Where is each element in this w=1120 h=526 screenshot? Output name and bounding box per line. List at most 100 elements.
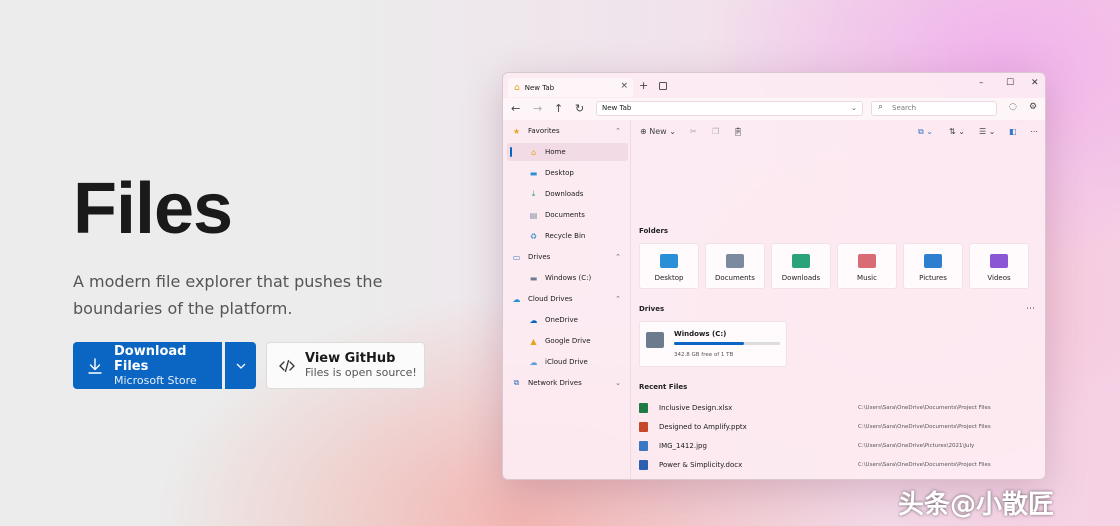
tab-bar: ⌂ New Tab × + – ☐ ✕ — [503, 73, 1045, 99]
folder-label: Pictures — [919, 274, 947, 282]
recent-file-row[interactable]: IMG_1412.jpg C:\Users\Sara\OneDrive\Pictu… — [639, 440, 1034, 452]
monitor-icon: ▭ — [512, 252, 521, 262]
sidebar-section-drives[interactable]: ▭ Drives ⌃ — [507, 248, 628, 266]
excel-icon — [639, 403, 648, 413]
sidebar-item-label: Downloads — [545, 190, 584, 198]
folder-documents[interactable]: Documents — [705, 243, 765, 289]
search-icon: ⌕ — [878, 102, 884, 112]
sidebar-item-documents[interactable]: ▤ Documents — [507, 206, 628, 224]
chevron-down-icon[interactable]: ⌄ — [851, 102, 857, 115]
minimize-icon[interactable]: – — [979, 78, 984, 88]
github-button[interactable]: View GitHub Files is open source! — [266, 342, 425, 389]
maximize-icon[interactable]: ☐ — [1006, 78, 1014, 88]
folder-icon — [726, 254, 744, 268]
duplicate-tab-icon[interactable] — [659, 82, 667, 90]
code-icon — [279, 359, 295, 373]
sidebar-item-google-drive[interactable]: ▲ Google Drive — [507, 332, 628, 350]
layout-options-icon[interactable]: ⧉ ⌄ — [918, 127, 933, 137]
github-label: View GitHub — [305, 351, 396, 366]
main-pane: ⊕ New ⌄ ✂ ❐ 📋︎ ⧉ ⌄ ⇅ ⌄ ☰ ⌄ ◧ ⋯ Folders D… — [632, 120, 1045, 479]
folder-desktop[interactable]: Desktop — [639, 243, 699, 289]
folder-music[interactable]: Music — [837, 243, 897, 289]
copy-icon[interactable]: ❐ — [712, 127, 719, 136]
search-placeholder: Search — [892, 104, 917, 112]
recent-file-path: C:\Users\Sara\OneDrive\Documents\Project… — [858, 424, 991, 430]
gear-icon[interactable]: ⚙ — [1029, 102, 1037, 112]
drive-usage-bar — [674, 342, 780, 345]
add-tab-icon[interactable]: + — [639, 79, 648, 92]
paste-icon[interactable]: 📋︎ — [733, 127, 743, 136]
folder-label: Music — [857, 274, 877, 282]
download-label: Download Files — [114, 343, 187, 374]
desktop-icon: ▬ — [529, 168, 538, 178]
up-icon[interactable]: ↑ — [554, 102, 563, 115]
document-icon: ▤ — [529, 210, 538, 220]
path-text: New Tab — [602, 104, 632, 112]
sidebar-section-favorites[interactable]: ★ Favorites ⌃ — [507, 122, 628, 140]
recent-file-name: Inclusive Design.xlsx — [659, 404, 733, 412]
folder-label: Documents — [715, 274, 755, 282]
drive-name: Windows (C:) — [674, 330, 727, 338]
files-app-window: ⌂ New Tab × + – ☐ ✕ ← → ↑ ↻ New Tab ⌄ ⌕ … — [502, 72, 1046, 480]
new-button[interactable]: ⊕ New ⌄ — [640, 127, 676, 136]
sidebar-item-windows-c[interactable]: ▬ Windows (C:) — [507, 269, 628, 287]
folder-pictures[interactable]: Pictures — [903, 243, 963, 289]
folder-downloads[interactable]: Downloads — [771, 243, 831, 289]
tab-label: New Tab — [524, 83, 555, 92]
recent-file-row[interactable]: Power & Simplicity.docx C:\Users\Sara\One… — [639, 459, 1034, 471]
folder-icon — [792, 254, 810, 268]
sidebar-item-onedrive[interactable]: ☁ OneDrive — [507, 311, 628, 329]
cut-icon[interactable]: ✂ — [690, 127, 697, 136]
sidebar-item-label: Cloud Drives — [528, 295, 573, 303]
forward-icon[interactable]: → — [533, 102, 542, 115]
sidebar-item-label: OneDrive — [545, 316, 578, 324]
sidebar-section-network-drives[interactable]: ⧉ Network Drives ⌄ — [507, 374, 628, 392]
recent-file-row[interactable]: Open Standards.pdfC:\Users\Sara\Download… — [639, 478, 1034, 479]
recent-file-row[interactable]: Inclusive Design.xlsx C:\Users\Sara\OneDr… — [639, 402, 1034, 414]
refresh-icon[interactable]: ↻ — [575, 102, 584, 115]
download-options-button[interactable] — [225, 342, 256, 389]
hero-tagline: A modern file explorer that pushes the b… — [73, 272, 383, 318]
download-button[interactable]: Download Files Microsoft Store — [73, 342, 222, 389]
download-button-group: Download Files Microsoft Store — [73, 342, 256, 389]
drive-card-windows-c[interactable]: Windows (C:) 342.8 GB free of 1 TB — [639, 321, 787, 367]
word-icon — [639, 460, 648, 470]
folder-label: Downloads — [781, 274, 821, 282]
chevron-down-icon: ⌄ — [615, 379, 621, 387]
recent-file-row[interactable]: Designed to Amplify.pptx C:\Users\Sara\On… — [639, 421, 1034, 433]
icloud-icon: ☁ — [529, 357, 538, 367]
hero-title: Files — [73, 169, 233, 249]
folder-label: Videos — [987, 274, 1011, 282]
sidebar-item-downloads[interactable]: ⤓ Downloads — [507, 185, 628, 203]
tab-new-tab[interactable]: ⌂ New Tab × — [508, 78, 633, 97]
sidebar-section-cloud-drives[interactable]: ☁ Cloud Drives ⌃ — [507, 290, 628, 308]
home-icon: ⌂ — [514, 82, 520, 93]
command-bar: ⊕ New ⌄ ✂ ❐ 📋︎ ⧉ ⌄ ⇅ ⌄ ☰ ⌄ ◧ ⋯ — [632, 120, 1045, 146]
folder-videos[interactable]: Videos — [969, 243, 1029, 289]
close-tab-icon[interactable]: × — [620, 81, 628, 91]
more-options-icon[interactable]: ⋯ — [1030, 127, 1038, 136]
drives-more-icon[interactable]: ⋯ — [1026, 304, 1035, 314]
folder-icon — [924, 254, 942, 268]
new-label: New — [649, 127, 667, 136]
sidebar-item-desktop[interactable]: ▬ Desktop — [507, 164, 628, 182]
group-icon[interactable]: ☰ ⌄ — [979, 127, 995, 136]
path-input[interactable]: New Tab ⌄ — [596, 101, 863, 116]
recent-file-name: Power & Simplicity.docx — [659, 461, 743, 469]
sidebar-item-label: Windows (C:) — [545, 274, 592, 282]
drives-heading: Drives — [639, 305, 665, 313]
sidebar-item-recycle-bin[interactable]: ♻ Recycle Bin — [507, 227, 628, 245]
close-window-icon[interactable]: ✕ — [1031, 78, 1039, 88]
details-pane-icon[interactable]: ◧ — [1009, 127, 1017, 136]
back-icon[interactable]: ← — [511, 102, 520, 115]
recent-file-path: C:\Users\Sara\OneDrive\Pictures\2021\Jul… — [858, 443, 975, 449]
sort-icon[interactable]: ⇅ ⌄ — [949, 127, 965, 136]
drive-icon: ▬ — [529, 273, 538, 283]
sidebar-item-label: Recycle Bin — [545, 232, 586, 240]
search-input[interactable]: ⌕ Search — [871, 101, 997, 116]
status-icon[interactable]: ◌ — [1009, 102, 1017, 112]
recent-file-path: C:\Users\Sara\OneDrive\Documents\Project… — [858, 462, 991, 468]
sidebar-item-icloud-drive[interactable]: ☁ iCloud Drive — [507, 353, 628, 371]
sidebar-item-home[interactable]: ⌂ Home — [507, 143, 628, 161]
sidebar-item-label: Drives — [528, 253, 551, 261]
